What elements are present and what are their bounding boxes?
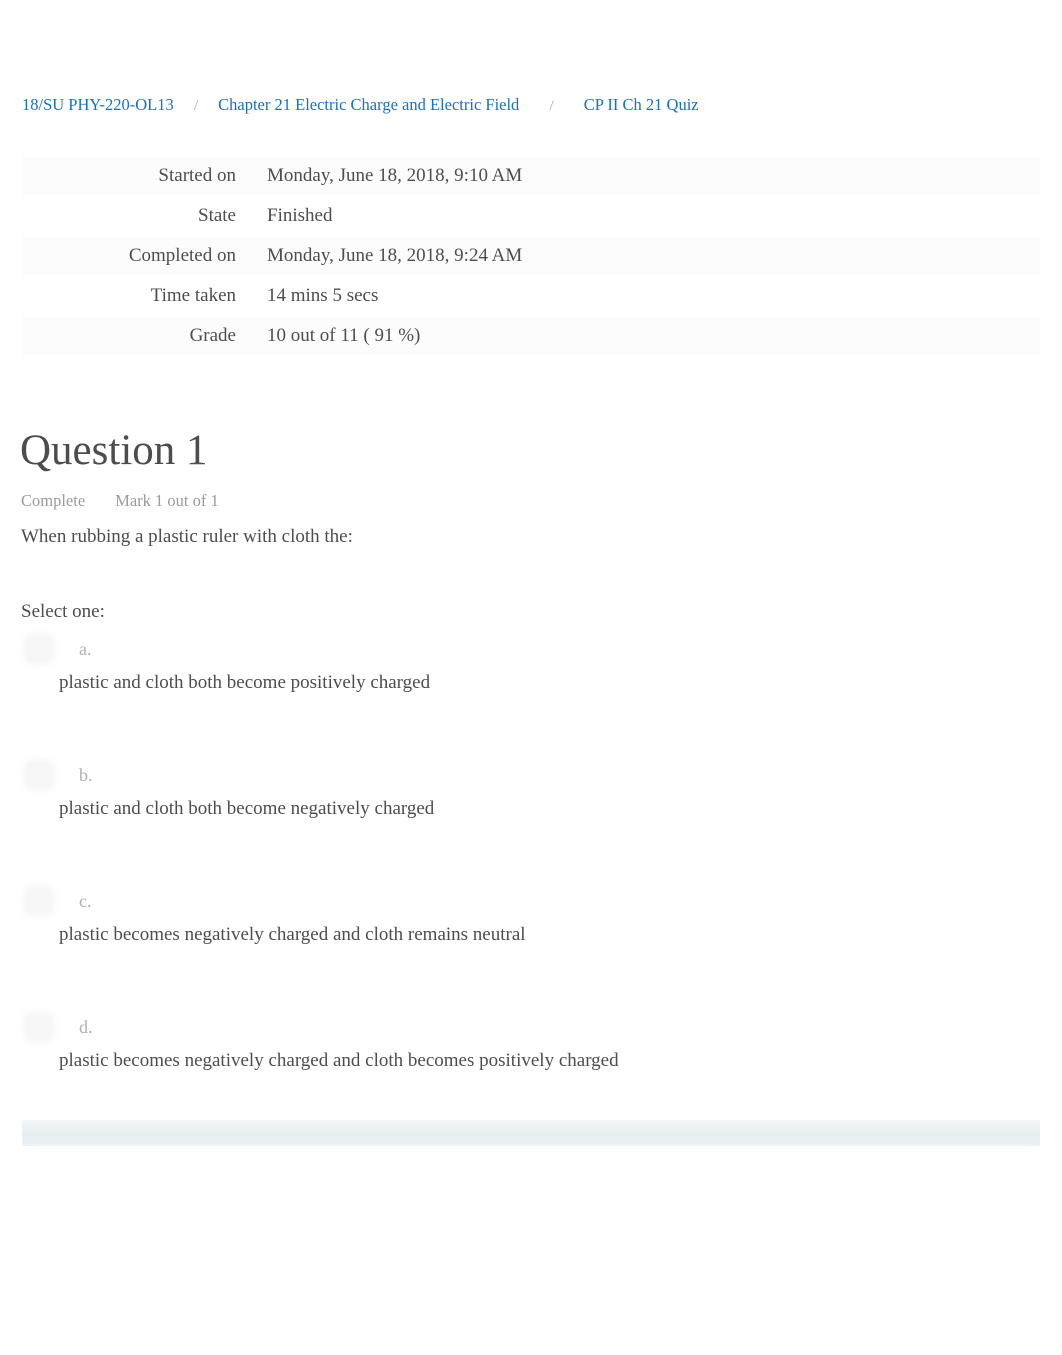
- breadcrumb-separator: /: [193, 98, 199, 114]
- summary-value-started-on: Monday, June 18, 2018, 9:10 AM: [267, 165, 523, 186]
- radio-button-icon[interactable]: [26, 1014, 52, 1040]
- answer-letter-a: a.: [79, 639, 92, 659]
- table-row: State Finished: [22, 196, 1040, 236]
- select-one-label: Select one:: [21, 601, 105, 622]
- radio-button-icon[interactable]: [26, 636, 52, 662]
- summary-value-grade: 10 out of 11 ( 91 %): [267, 325, 421, 346]
- answer-option-b[interactable]: b. plastic and cloth both become negativ…: [0, 756, 1062, 882]
- question-footer-bar: [22, 1120, 1040, 1146]
- status-badge: Complete: [21, 491, 86, 510]
- answer-text-c: plastic becomes negatively charged and c…: [59, 924, 526, 945]
- table-row: Completed on Monday, June 18, 2018, 9:24…: [22, 236, 1040, 276]
- summary-value-state: Finished: [267, 205, 333, 226]
- question-status-line: Complete Mark 1 out of 1: [21, 490, 219, 512]
- quiz-summary-table: Started on Monday, June 18, 2018, 9:10 A…: [22, 156, 1040, 356]
- summary-label-time-taken: Time taken: [150, 285, 236, 306]
- breadcrumb-separator: /: [549, 98, 554, 114]
- breadcrumb: 18/SU PHY-220-OL13 / Chapter 21 Electric…: [22, 94, 699, 117]
- question-stem: When rubbing a plastic ruler with cloth …: [21, 526, 353, 547]
- breadcrumb-item-quiz[interactable]: CP II Ch 21 Quiz: [584, 95, 699, 114]
- table-row: Started on Monday, June 18, 2018, 9:10 A…: [22, 156, 1040, 196]
- summary-label-completed-on: Completed on: [128, 245, 236, 266]
- answer-text-b: plastic and cloth both become negatively…: [59, 798, 435, 819]
- answer-text-d: plastic becomes negatively charged and c…: [59, 1050, 619, 1071]
- breadcrumb-item-course[interactable]: 18/SU PHY-220-OL13: [22, 95, 174, 114]
- answer-letter-b: b.: [79, 765, 93, 785]
- summary-value-completed-on: Monday, June 18, 2018, 9:24 AM: [267, 245, 523, 266]
- breadcrumb-item-chapter[interactable]: Chapter 21 Electric Charge and Electric …: [218, 95, 519, 114]
- summary-value-time-taken: 14 mins 5 secs: [267, 285, 379, 306]
- summary-label-state: State: [198, 205, 236, 226]
- answer-letter-d: d.: [79, 1017, 93, 1037]
- answer-letter-c: c.: [79, 891, 92, 911]
- answer-option-a[interactable]: a. plastic and cloth both become positiv…: [0, 630, 1062, 756]
- summary-label-started-on: Started on: [158, 165, 236, 186]
- table-row: Grade 10 out of 11 ( 91 %): [22, 316, 1040, 356]
- answer-option-d[interactable]: d. plastic becomes negatively charged an…: [0, 1008, 1062, 1134]
- summary-label-grade: Grade: [189, 325, 236, 346]
- answer-option-c[interactable]: c. plastic becomes negatively charged an…: [0, 882, 1062, 1008]
- radio-button-icon[interactable]: [26, 762, 52, 788]
- table-row: Time taken 14 mins 5 secs: [22, 276, 1040, 316]
- radio-button-icon[interactable]: [26, 888, 52, 914]
- page-title: Question 1: [20, 427, 208, 474]
- answer-text-a: plastic and cloth both become positively…: [59, 672, 431, 693]
- answer-options-list: a. plastic and cloth both become positiv…: [0, 630, 1062, 1134]
- question-mark: Mark 1 out of 1: [115, 491, 219, 510]
